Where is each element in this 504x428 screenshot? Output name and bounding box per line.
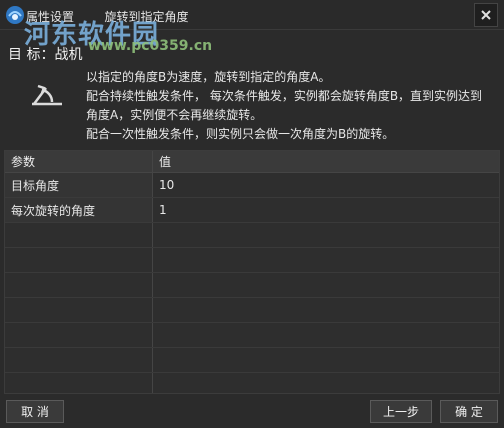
table-header: 参数 值 <box>5 151 499 173</box>
description-line: 以指定的角度B为速度，旋转到指定的角度A。 <box>86 70 331 84</box>
previous-step-button[interactable]: 上一步 <box>370 400 432 423</box>
description-line: 配合持续性触发条件， 每次条件触发，实例都会旋转角度B，直到实例达到 <box>86 89 483 103</box>
empty-row <box>5 298 499 323</box>
empty-row <box>5 323 499 348</box>
description-line: 角度A，实例便不会再继续旋转。 <box>86 108 263 122</box>
confirm-button[interactable]: 确 定 <box>440 400 498 423</box>
watermark-url: www.pc0359.cn <box>88 38 213 54</box>
table-row[interactable]: 每次旋转的角度 1 <box>5 198 499 223</box>
param-value-input[interactable]: 10 <box>153 173 499 197</box>
empty-row <box>5 373 499 393</box>
rotate-arrow-icon <box>32 84 62 106</box>
table-row[interactable]: 目标角度 10 <box>5 173 499 198</box>
action-description: 以指定的角度B为速度，旋转到指定的角度A。 配合持续性触发条件， 每次条件触发，… <box>86 68 498 144</box>
empty-row <box>5 248 499 273</box>
close-icon <box>481 10 491 20</box>
param-value-input[interactable]: 1 <box>153 198 499 222</box>
column-header-value: 值 <box>159 155 172 169</box>
empty-row <box>5 273 499 298</box>
empty-row <box>5 223 499 248</box>
description-line: 配合一次性触发条件，则实例只会做一次角度为B的旋转。 <box>86 127 395 141</box>
param-name: 每次旋转的角度 <box>5 198 153 222</box>
app-logo-icon <box>6 6 24 24</box>
target-label: 目 标：战机 <box>8 47 83 63</box>
close-button[interactable] <box>474 3 498 27</box>
column-header-param: 参数 <box>5 151 153 172</box>
param-name: 目标角度 <box>5 173 153 197</box>
cancel-button[interactable]: 取 消 <box>6 400 64 423</box>
parameter-table: 参数 值 目标角度 10 每次旋转的角度 1 <box>4 150 500 394</box>
empty-row <box>5 348 499 373</box>
